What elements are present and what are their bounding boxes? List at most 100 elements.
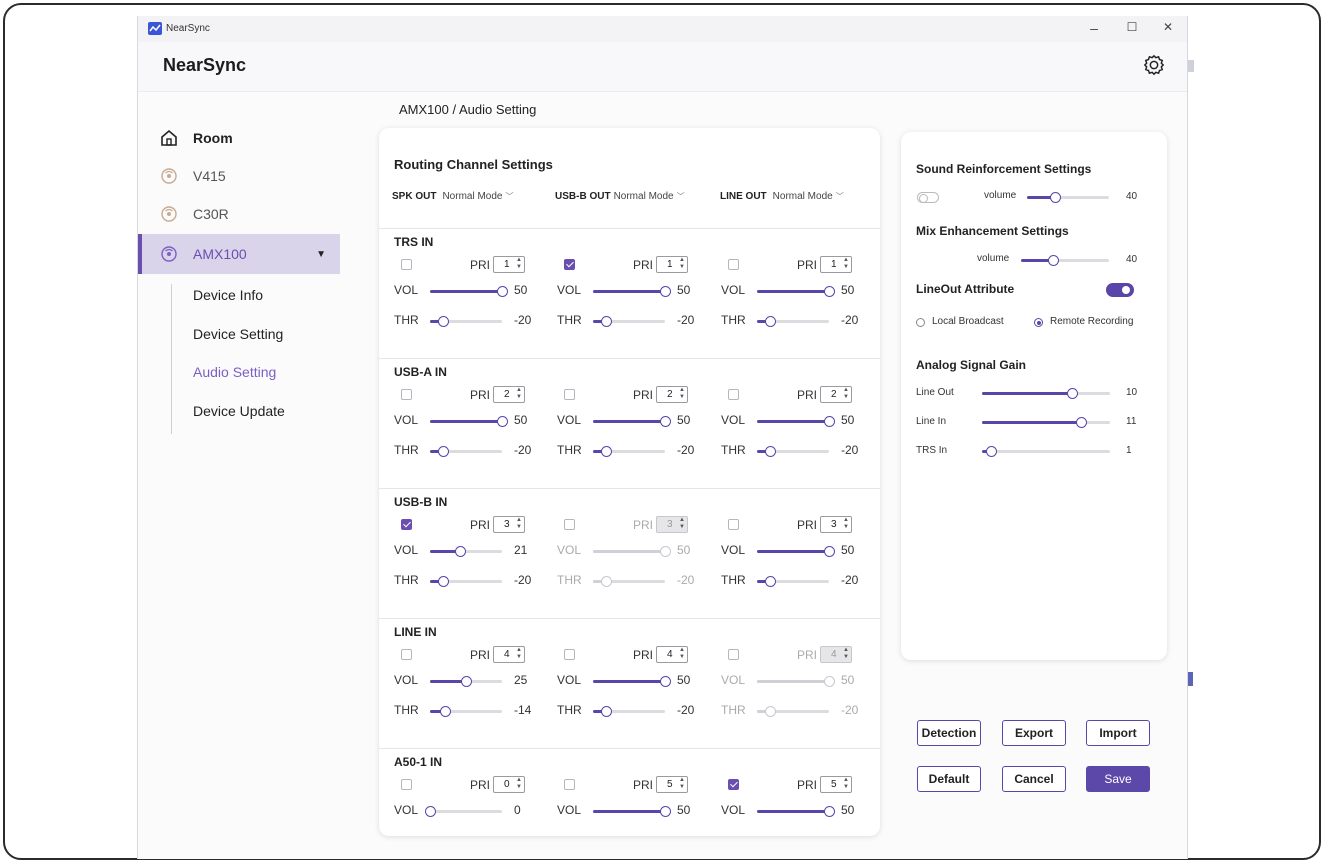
thr-slider[interactable] — [757, 316, 829, 327]
slider-handle[interactable] — [601, 706, 613, 717]
channel-checkbox[interactable] — [564, 259, 575, 270]
priority-stepper[interactable]: 2 ▲ ▼ — [656, 386, 688, 403]
vol-slider[interactable] — [757, 416, 835, 427]
priority-stepper[interactable]: 4 ▲ ▼ — [493, 646, 525, 663]
spin-arrows-icon[interactable]: ▲ ▼ — [679, 777, 685, 791]
priority-stepper[interactable]: 4 ▲ ▼ — [820, 646, 852, 663]
channel-checkbox[interactable] — [401, 259, 412, 270]
spin-arrows-icon[interactable]: ▲ ▼ — [516, 387, 522, 401]
slider-handle[interactable] — [438, 446, 450, 457]
thr-slider[interactable] — [757, 706, 829, 717]
slider-handle[interactable] — [765, 706, 777, 717]
channel-checkbox[interactable] — [728, 649, 739, 660]
spin-arrows-icon[interactable]: ▲ ▼ — [843, 517, 849, 531]
channel-checkbox[interactable] — [401, 649, 412, 660]
priority-stepper[interactable]: 5 ▲ ▼ — [656, 776, 688, 793]
radio-local-broadcast[interactable] — [916, 318, 925, 327]
slider-handle[interactable] — [440, 706, 452, 717]
export-button[interactable]: Export — [1002, 720, 1066, 746]
thr-slider[interactable] — [757, 446, 829, 457]
channel-checkbox[interactable] — [401, 779, 412, 790]
slider-handle[interactable] — [461, 676, 472, 687]
thr-slider[interactable] — [593, 706, 665, 717]
vol-slider[interactable] — [593, 676, 671, 687]
thr-slider[interactable] — [430, 316, 502, 327]
channel-checkbox[interactable] — [564, 649, 575, 660]
sound-reinforcement-volume-slider[interactable] — [1027, 192, 1109, 203]
vol-slider[interactable] — [757, 676, 835, 687]
lineout-attribute-toggle[interactable] — [1106, 283, 1134, 297]
vol-slider[interactable] — [593, 416, 671, 427]
priority-stepper[interactable]: 3 ▲ ▼ — [656, 516, 688, 533]
gain-slider[interactable] — [982, 388, 1110, 399]
priority-stepper[interactable]: 2 ▲ ▼ — [820, 386, 852, 403]
spin-arrows-icon[interactable]: ▲ ▼ — [516, 517, 522, 531]
slider-handle[interactable] — [824, 676, 835, 687]
channel-checkbox[interactable] — [728, 259, 739, 270]
slider-handle[interactable] — [425, 806, 436, 817]
channel-checkbox[interactable] — [564, 519, 575, 530]
slider-handle[interactable] — [765, 316, 777, 327]
priority-stepper[interactable]: 1 ▲ ▼ — [820, 256, 852, 273]
slider-handle[interactable] — [660, 676, 671, 687]
spin-arrows-icon[interactable]: ▲ ▼ — [679, 387, 685, 401]
slider-handle[interactable] — [824, 806, 835, 817]
thr-slider[interactable] — [593, 446, 665, 457]
save-button[interactable]: Save — [1086, 766, 1150, 792]
spin-arrows-icon[interactable]: ▲ ▼ — [516, 777, 522, 791]
sidebar-item-amx100[interactable]: AMX100 ▼ — [138, 234, 340, 274]
slider-handle[interactable] — [438, 576, 450, 587]
slider-handle[interactable] — [660, 806, 671, 817]
priority-stepper[interactable]: 1 ▲ ▼ — [656, 256, 688, 273]
thr-slider[interactable] — [593, 576, 665, 587]
priority-stepper[interactable]: 3 ▲ ▼ — [493, 516, 525, 533]
output-line-out[interactable]: LINE OUT Normal Mode ﹀ — [720, 191, 844, 202]
mix-enhancement-volume-slider[interactable] — [1021, 255, 1109, 266]
vol-slider[interactable] — [757, 806, 835, 817]
close-button[interactable]: ✕ — [1158, 20, 1178, 34]
spin-arrows-icon[interactable]: ▲ ▼ — [843, 387, 849, 401]
slider-handle[interactable] — [765, 446, 777, 457]
vol-slider[interactable] — [430, 416, 508, 427]
slider-handle[interactable] — [660, 286, 671, 297]
sidebar-item-room[interactable]: Room — [138, 119, 340, 157]
spin-arrows-icon[interactable]: ▲ ▼ — [679, 517, 685, 531]
vol-slider[interactable] — [593, 546, 671, 557]
thr-slider[interactable] — [430, 446, 502, 457]
channel-checkbox[interactable] — [728, 779, 739, 790]
vol-slider[interactable] — [757, 546, 835, 557]
thr-slider[interactable] — [593, 316, 665, 327]
import-button[interactable]: Import — [1086, 720, 1150, 746]
slider-handle[interactable] — [824, 416, 835, 427]
spin-arrows-icon[interactable]: ▲ ▼ — [843, 257, 849, 271]
chevron-down-icon[interactable]: ▼ — [316, 249, 326, 260]
spin-arrows-icon[interactable]: ▲ ▼ — [679, 257, 685, 271]
channel-checkbox[interactable] — [401, 519, 412, 530]
slider-handle[interactable] — [1066, 388, 1078, 399]
channel-checkbox[interactable] — [564, 389, 575, 400]
submenu-item-audio-setting[interactable]: Audio Setting — [193, 364, 276, 380]
spin-arrows-icon[interactable]: ▲ ▼ — [843, 777, 849, 791]
vol-slider[interactable] — [593, 286, 671, 297]
gain-slider[interactable] — [982, 446, 1110, 457]
maximize-button[interactable]: ☐ — [1122, 20, 1142, 34]
vol-slider[interactable] — [430, 286, 508, 297]
sidebar-item-c30r[interactable]: C30R — [138, 195, 340, 233]
channel-checkbox[interactable] — [564, 779, 575, 790]
slider-handle[interactable] — [601, 446, 613, 457]
slider-handle[interactable] — [601, 576, 613, 587]
minimize-button[interactable]: – — [1084, 20, 1104, 36]
detection-button[interactable]: Detection — [917, 720, 981, 746]
channel-checkbox[interactable] — [728, 519, 739, 530]
vol-slider[interactable] — [593, 806, 671, 817]
priority-stepper[interactable]: 3 ▲ ▼ — [820, 516, 852, 533]
slider-handle[interactable] — [824, 546, 835, 557]
sound-reinforcement-toggle[interactable] — [917, 192, 939, 203]
vol-slider[interactable] — [757, 286, 835, 297]
output-usb-b-out[interactable]: USB-B OUT Normal Mode ﹀ — [555, 191, 685, 202]
slider-handle[interactable] — [824, 286, 835, 297]
channel-checkbox[interactable] — [401, 389, 412, 400]
sidebar-item-v415[interactable]: V415 — [138, 157, 340, 195]
spin-arrows-icon[interactable]: ▲ ▼ — [679, 647, 685, 661]
spin-arrows-icon[interactable]: ▲ ▼ — [843, 647, 849, 661]
